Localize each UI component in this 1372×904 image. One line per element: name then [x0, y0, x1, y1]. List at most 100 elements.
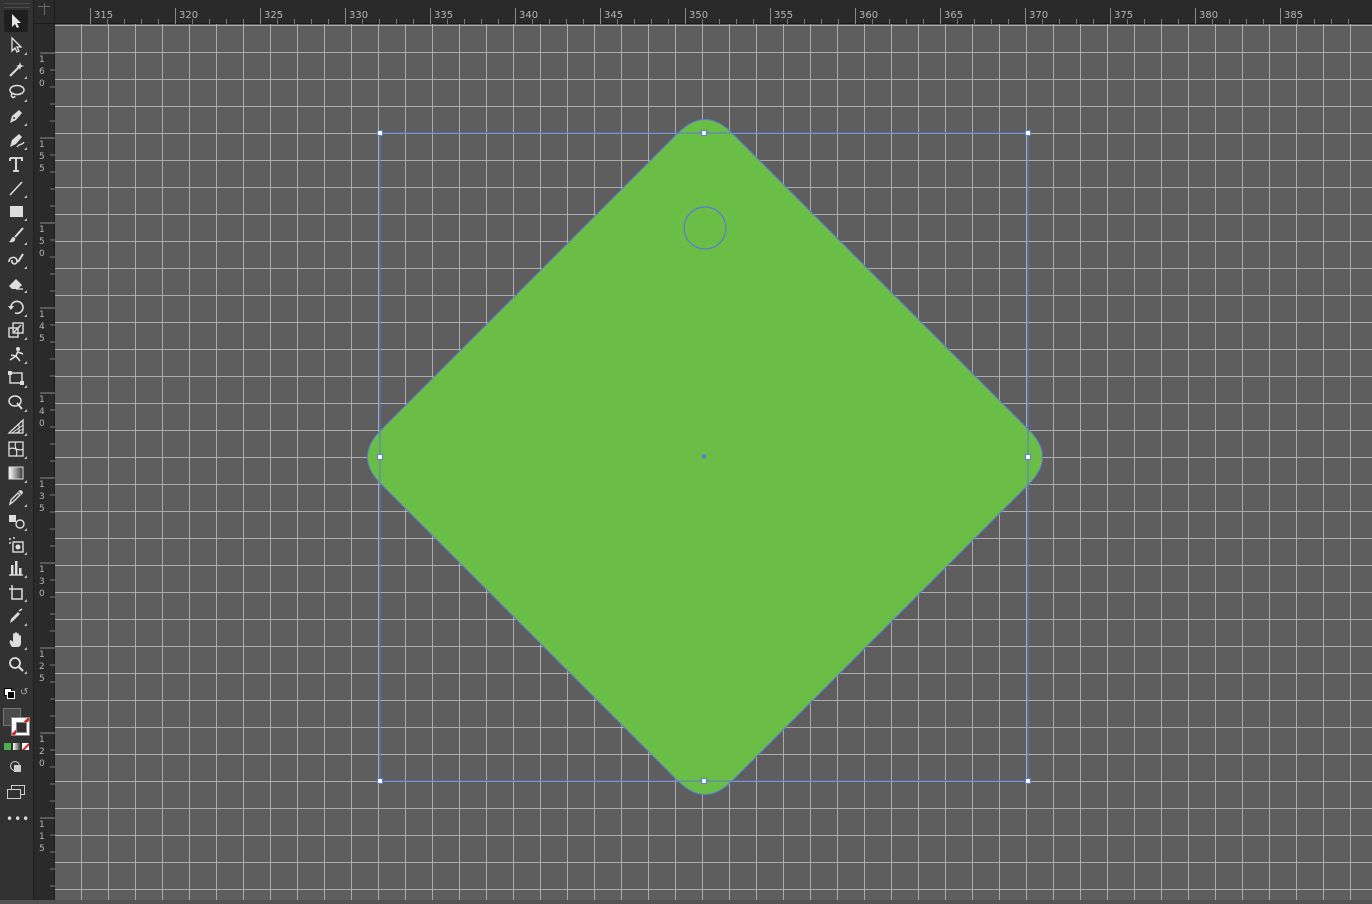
center-point [702, 454, 706, 459]
mesh-icon [8, 441, 24, 458]
shape-builder-icon [8, 395, 23, 410]
handle-top-right[interactable] [1025, 130, 1031, 136]
ruler-origin[interactable] [34, 0, 55, 24]
rotate-tool[interactable] [4, 296, 28, 318]
tool-group-indicator [24, 385, 27, 388]
mesh-tool[interactable] [4, 438, 28, 460]
handle-bottom-right[interactable] [1025, 778, 1031, 784]
tool-group-indicator [24, 147, 27, 150]
rotate-icon [8, 300, 24, 314]
perspective-grid-tool[interactable] [4, 415, 28, 437]
shape-builder-tool[interactable] [4, 391, 28, 413]
gradient-button[interactable] [13, 743, 20, 750]
scale-tool[interactable] [4, 319, 28, 341]
lasso-tool[interactable] [4, 81, 28, 103]
tool-group-indicator [24, 337, 27, 341]
slice-icon [10, 608, 23, 623]
puppet-warp-icon [9, 347, 24, 362]
tool-group-indicator [24, 75, 27, 79]
column-graph-tool[interactable] [4, 557, 28, 579]
curvature-tool[interactable] [4, 129, 28, 151]
ruler-top-label: 345 [604, 10, 623, 21]
draw-mode-icon[interactable] [9, 760, 23, 774]
vertical-ruler[interactable]: 160 155 150 145 140 135 130 125 120 115 [34, 24, 55, 900]
horizontal-ruler[interactable]: 315 320 325 330 335 340 345 350 355 360 365 370 375 3… [34, 0, 1372, 24]
handle-top-center[interactable] [701, 130, 707, 136]
default-fill-stroke-icon[interactable] [4, 688, 15, 699]
eyedropper-tool[interactable] [4, 486, 28, 508]
vertical-ruler-marks: 1 6 0 1 5 5 1 5 0 1 4 5 1 4 0 1 3 5 1 3 0 1 2 5 1 2 0 1 1 5 [39, 52, 55, 887]
hand-tool[interactable] [4, 629, 28, 651]
handle-top-left[interactable] [377, 130, 383, 136]
tool-group-indicator [24, 99, 27, 103]
handle-bottom-center[interactable] [701, 778, 707, 784]
white-arrow-icon [11, 36, 23, 53]
screen-mode-icon[interactable] [7, 785, 25, 799]
blend-tool[interactable] [4, 510, 28, 532]
paintbrush-icon [9, 227, 24, 243]
blend-icon [9, 514, 25, 529]
arrow-icon [12, 14, 21, 28]
tools-panel: ↺ ••• [0, 0, 34, 900]
artboard-tool[interactable] [4, 581, 28, 603]
tool-group-indicator [24, 289, 27, 293]
canvas-svg [55, 24, 1372, 900]
color-mode-buttons[interactable] [4, 743, 30, 751]
handle-middle-left[interactable] [377, 454, 383, 460]
perspective-grid-icon [7, 418, 24, 434]
free-transform-icon [8, 371, 24, 385]
none-button[interactable] [22, 743, 29, 750]
line-icon [9, 181, 23, 196]
handle-bottom-left[interactable] [377, 778, 383, 784]
magic-wand-tool[interactable] [4, 58, 28, 80]
ruler-left-label: 130 [39, 565, 45, 599]
eraser-tool[interactable] [4, 272, 28, 294]
line-segment-tool[interactable] [4, 177, 28, 199]
tool-group-indicator [24, 218, 27, 222]
eyedropper-icon [8, 490, 23, 506]
tool-group-indicator [24, 504, 27, 507]
tool-group-indicator [24, 123, 27, 127]
ruler-top-label: 350 [689, 10, 708, 21]
shaper-tool[interactable] [4, 248, 28, 270]
panel-grip[interactable] [4, 3, 30, 8]
swap-fill-stroke-icon[interactable]: ↺ [20, 687, 32, 699]
ruler-left-label: 135 [39, 480, 45, 514]
ruler-top-label: 375 [1114, 10, 1133, 21]
color-button[interactable] [4, 743, 11, 750]
selection-tool[interactable] [4, 10, 28, 32]
ruler-top-label: 315 [94, 10, 113, 21]
ruler-left-label: 125 [39, 650, 45, 684]
ruler-top-label: 380 [1199, 10, 1218, 21]
ruler-left-label: 160 [39, 55, 45, 89]
rectangle-tool[interactable] [4, 200, 28, 222]
artboard-canvas[interactable] [55, 24, 1372, 900]
slice-tool[interactable] [4, 605, 28, 627]
symbol-sprayer-icon [9, 536, 24, 553]
zoom-tool[interactable] [4, 653, 28, 675]
zoom-icon [9, 656, 24, 672]
direct-selection-tool[interactable] [4, 34, 28, 56]
ruler-top-label: 370 [1029, 10, 1048, 21]
handle-middle-right[interactable] [1025, 454, 1031, 460]
type-tool[interactable] [4, 153, 28, 175]
more-tools-icon[interactable]: ••• [6, 813, 29, 825]
symbol-sprayer-tool[interactable] [4, 534, 28, 556]
paintbrush-tool[interactable] [4, 224, 28, 246]
ruler-left-label: 155 [39, 140, 45, 174]
gradient-tool[interactable] [4, 462, 28, 484]
ruler-top-label: 320 [179, 10, 198, 21]
ruler-left-label: 140 [39, 395, 45, 429]
tool-group-indicator [24, 599, 27, 603]
pen-tool[interactable] [4, 105, 28, 127]
tool-group-indicator [24, 51, 27, 55]
ruler-left-label: 150 [39, 225, 45, 259]
ruler-top-label: 355 [774, 10, 793, 21]
curvature-pen-icon [10, 134, 25, 148]
ruler-left-label: 120 [39, 735, 45, 769]
puppet-warp-tool[interactable] [4, 343, 28, 365]
stroke-swatch[interactable] [11, 717, 30, 736]
tool-group-indicator [24, 480, 27, 484]
rectangle-icon [10, 206, 23, 218]
free-transform-tool[interactable] [4, 367, 28, 389]
